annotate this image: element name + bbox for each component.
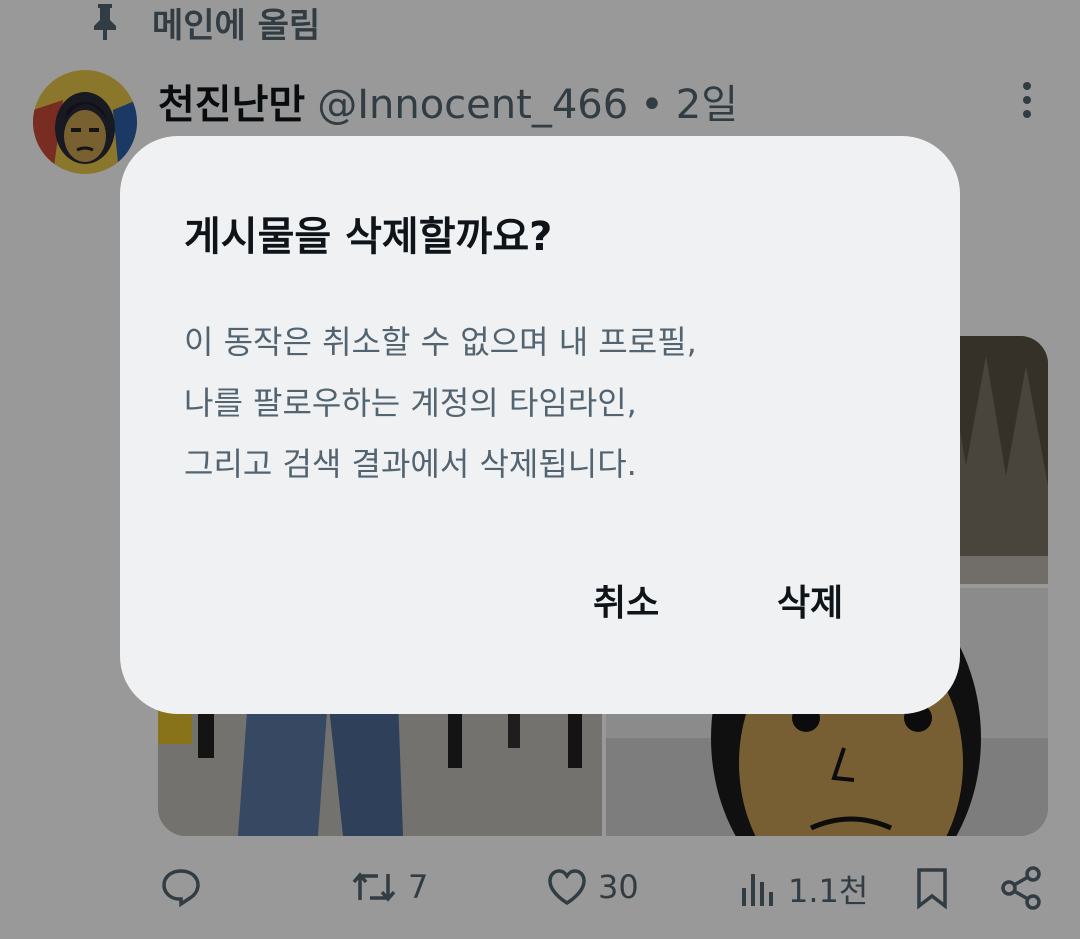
delete-post-dialog: 게시물을 삭제할까요? 이 동작은 취소할 수 없으며 내 프로필, 나를 팔로… bbox=[120, 136, 960, 714]
dialog-message-line: 나를 팔로우하는 계정의 타임라인, bbox=[184, 384, 637, 422]
cancel-button[interactable]: 취소 bbox=[593, 574, 659, 626]
dialog-title: 게시물을 삭제할까요? bbox=[184, 214, 553, 260]
delete-button[interactable]: 삭제 bbox=[777, 574, 843, 626]
dialog-message-line: 이 동작은 취소할 수 없으며 내 프로필, bbox=[184, 323, 697, 361]
dialog-message-line: 그리고 검색 결과에서 삭제됩니다. bbox=[184, 445, 637, 483]
dialog-message: 이 동작은 취소할 수 없으며 내 프로필, 나를 팔로우하는 계정의 타임라인… bbox=[184, 312, 904, 495]
